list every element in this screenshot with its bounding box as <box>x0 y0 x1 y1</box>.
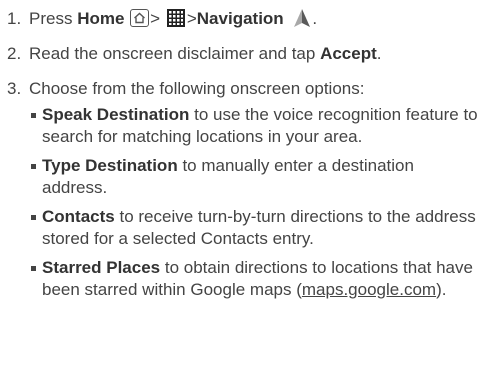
accept-label: Accept <box>320 44 377 63</box>
list-item: Contacts to receive turn-by-turn directi… <box>29 206 478 250</box>
step-3: 3. Choose from the following onscreen op… <box>5 77 478 301</box>
step-text: Read the onscreen disclaimer and tap <box>29 44 316 63</box>
navigation-arrow-icon <box>292 8 312 28</box>
step-text: Choose from the following onscreen optio… <box>29 79 365 98</box>
navigation-label: Navigation <box>196 9 284 28</box>
bullet-icon <box>31 113 36 118</box>
step-number: 3. <box>7 79 22 98</box>
apps-grid-icon <box>166 9 185 27</box>
step-number: 2. <box>7 44 22 63</box>
link-close: ). <box>436 280 447 299</box>
steps-list: 1. Press Home > >Navigation . 2. Read th… <box>5 7 478 301</box>
list-item: Speak Destination to use the voice recog… <box>29 104 478 148</box>
separator: > <box>186 9 197 28</box>
bullet-icon <box>31 266 36 271</box>
options-list: Speak Destination to use the voice recog… <box>29 104 478 301</box>
list-item: Type Destination to manually enter a des… <box>29 155 478 199</box>
step-end: . <box>376 44 382 63</box>
separator: > <box>150 9 161 28</box>
option-label: Speak Destination <box>42 105 190 124</box>
step-end: . <box>312 9 318 28</box>
bullet-icon <box>31 215 36 220</box>
home-key-label: Home <box>77 9 125 28</box>
option-label: Contacts <box>42 207 115 226</box>
bullet-icon <box>31 164 36 169</box>
step-1: 1. Press Home > >Navigation . <box>5 7 478 30</box>
option-label: Starred Places <box>42 258 161 277</box>
instruction-page: 1. Press Home > >Navigation . 2. Read th… <box>0 0 488 368</box>
list-item: Starred Places to obtain directions to l… <box>29 257 478 301</box>
step-text: Press <box>29 9 73 28</box>
step-number: 1. <box>7 9 22 28</box>
step-2: 2. Read the onscreen disclaimer and tap … <box>5 42 478 65</box>
home-key-icon <box>130 9 150 27</box>
option-label: Type Destination <box>42 156 178 175</box>
maps-link[interactable]: maps.google.com <box>302 280 436 299</box>
